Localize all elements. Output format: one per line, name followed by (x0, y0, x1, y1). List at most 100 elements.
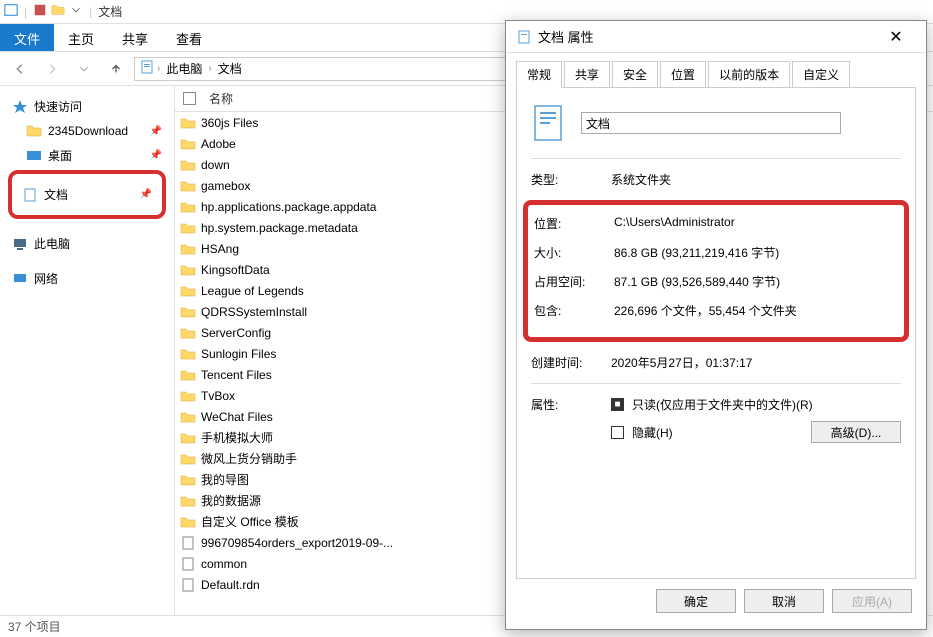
type-label: 类型: (531, 171, 611, 188)
app-icon (4, 3, 18, 20)
pc-icon (12, 236, 28, 252)
size-on-disk-label: 占用空间: (534, 273, 614, 290)
cancel-button[interactable]: 取消 (744, 589, 824, 613)
documents-icon (139, 59, 155, 78)
close-button[interactable]: ✕ (876, 22, 916, 52)
nav-up-button[interactable] (102, 57, 130, 81)
folder-icon (175, 178, 201, 194)
select-all-checkbox[interactable] (183, 92, 196, 105)
folder-icon (175, 493, 201, 509)
titlebar-folder-icon[interactable] (51, 3, 65, 20)
file-icon (175, 577, 201, 593)
highlighted-info-box: 位置: C:\Users\Administrator 大小: 86.8 GB (… (523, 200, 909, 342)
hidden-checkbox[interactable] (611, 426, 624, 439)
documents-icon-large (531, 102, 567, 144)
location-value: C:\Users\Administrator (614, 215, 898, 232)
contains-label: 包含: (534, 302, 614, 319)
tree-label: 2345Download (48, 124, 128, 138)
folder-icon (26, 123, 42, 139)
tree-network[interactable]: 网络 (4, 266, 170, 291)
folder-icon (175, 199, 201, 215)
folder-icon (175, 430, 201, 446)
folder-icon (175, 409, 201, 425)
folder-icon (175, 388, 201, 404)
tree-thispc[interactable]: 此电脑 (4, 231, 170, 256)
dialog-title: 文档 属性 (538, 27, 876, 46)
created-value: 2020年5月27日，01:37:17 (611, 354, 901, 371)
location-label: 位置: (534, 215, 614, 232)
pin-icon: 📌 (150, 150, 162, 161)
dialog-buttons: 确定 取消 应用(A) (506, 579, 926, 623)
tree-item-documents[interactable]: 文档 📌 (18, 184, 156, 205)
folder-icon (175, 451, 201, 467)
star-icon (12, 99, 28, 115)
nav-forward-button[interactable] (38, 57, 66, 81)
tree-item-2345download[interactable]: 2345Download 📌 (4, 119, 170, 143)
size-label: 大小: (534, 244, 614, 261)
folder-icon (175, 262, 201, 278)
folder-name-input[interactable] (581, 112, 841, 134)
folder-icon (175, 346, 201, 362)
dialog-tabs: 常规 共享 安全 位置 以前的版本 自定义 (506, 53, 926, 87)
tab-file[interactable]: 文件 (0, 24, 54, 51)
desktop-icon (26, 148, 42, 164)
window-title: 文档 (98, 3, 122, 20)
chevron-right-icon[interactable]: › (157, 63, 160, 74)
item-count: 37 个项目 (8, 618, 61, 635)
advanced-button[interactable]: 高级(D)... (811, 421, 901, 443)
tab-view[interactable]: 查看 (162, 24, 216, 51)
tree-item-desktop[interactable]: 桌面 📌 (4, 143, 170, 168)
nav-back-button[interactable] (6, 57, 34, 81)
folder-icon (175, 304, 201, 320)
type-value: 系统文件夹 (611, 171, 901, 188)
contains-value: 226,696 个文件，55,454 个文件夹 (614, 302, 898, 319)
folder-icon (175, 220, 201, 236)
titlebar-dropdown-icon[interactable] (69, 3, 83, 20)
tab-customize[interactable]: 自定义 (792, 61, 850, 87)
tab-share[interactable]: 共享 (108, 24, 162, 51)
tree-label: 网络 (34, 270, 58, 287)
tab-security[interactable]: 安全 (612, 61, 658, 87)
file-icon (175, 556, 201, 572)
folder-icon (175, 514, 201, 530)
tree-label: 文档 (44, 186, 68, 203)
folder-icon (175, 325, 201, 341)
tree-label: 桌面 (48, 147, 72, 164)
tab-location[interactable]: 位置 (660, 61, 706, 87)
pin-icon: 📌 (140, 189, 152, 200)
dialog-body: 类型: 系统文件夹 位置: C:\Users\Administrator 大小:… (516, 87, 916, 579)
breadcrumb-documents[interactable]: 文档 (214, 60, 246, 77)
readonly-checkbox[interactable]: ■ (611, 398, 624, 411)
folder-icon (175, 472, 201, 488)
network-icon (12, 271, 28, 287)
readonly-label: 只读(仅应用于文件夹中的文件)(R) (632, 396, 813, 413)
folder-icon (175, 283, 201, 299)
folder-icon (175, 241, 201, 257)
documents-icon (22, 187, 38, 203)
tree-quickaccess[interactable]: 快速访问 (4, 94, 170, 119)
properties-dialog: 文档 属性 ✕ 常规 共享 安全 位置 以前的版本 自定义 类型: 系统文件夹 … (505, 20, 927, 630)
chevron-right-icon[interactable]: › (208, 63, 211, 74)
size-on-disk-value: 87.1 GB (93,526,589,440 字节) (614, 273, 898, 290)
tab-sharing[interactable]: 共享 (564, 61, 610, 87)
ok-button[interactable]: 确定 (656, 589, 736, 613)
pin-icon: 📌 (150, 126, 162, 137)
nav-tree: 快速访问 2345Download 📌 桌面 📌 文档 📌 此电脑 (0, 86, 175, 615)
tab-previous-versions[interactable]: 以前的版本 (708, 61, 790, 87)
tab-general[interactable]: 常规 (516, 61, 562, 88)
apply-button[interactable]: 应用(A) (832, 589, 912, 613)
attrs-label: 属性: (531, 396, 611, 451)
folder-icon (175, 136, 201, 152)
breadcrumb-thispc[interactable]: 此电脑 (162, 60, 206, 77)
nav-history-dropdown[interactable] (70, 57, 98, 81)
folder-icon (175, 157, 201, 173)
folder-icon (175, 367, 201, 383)
tab-home[interactable]: 主页 (54, 24, 108, 51)
created-label: 创建时间: (531, 354, 611, 371)
hidden-label: 隐藏(H) (632, 424, 673, 441)
tree-label: 此电脑 (34, 235, 70, 252)
size-value: 86.8 GB (93,211,219,416 字节) (614, 244, 898, 261)
folder-icon (175, 115, 201, 131)
file-icon (175, 535, 201, 551)
titlebar-save-icon[interactable] (33, 3, 47, 20)
